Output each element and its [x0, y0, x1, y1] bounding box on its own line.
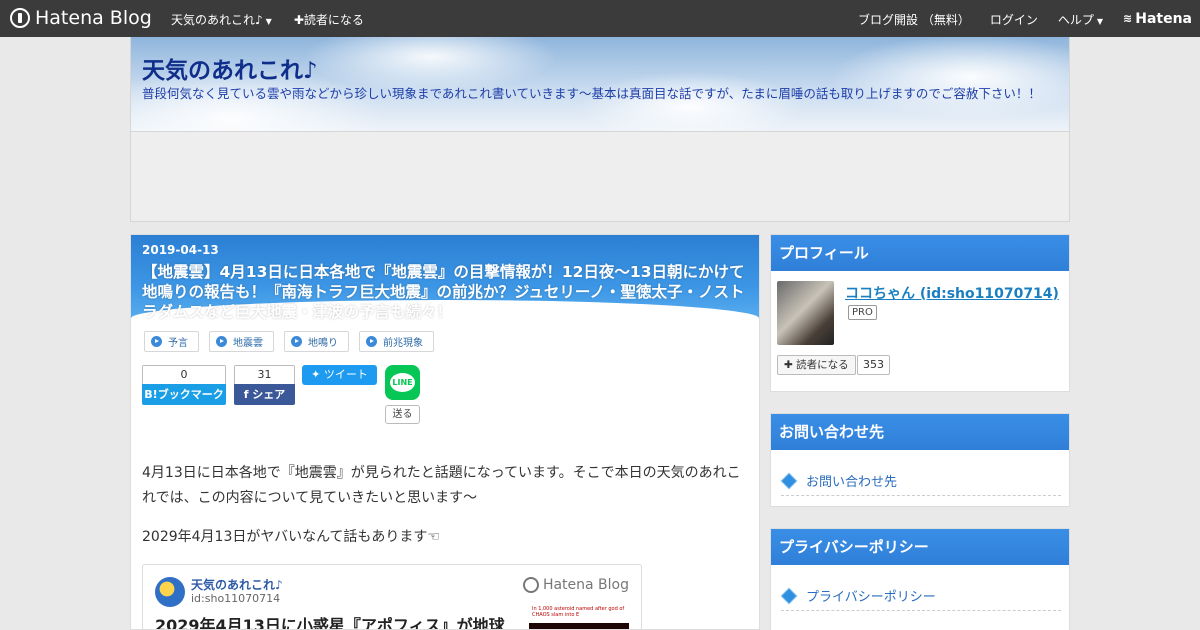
tag-list: 予言 地震雲 地鳴り 前兆現象: [144, 331, 434, 352]
facebook-count: 31: [234, 365, 295, 384]
play-icon: [366, 336, 377, 347]
contact-link-label: お問い合わせ先: [806, 475, 898, 490]
facebook-label: f シェア: [234, 384, 295, 405]
caret-down-icon: ▼: [1096, 17, 1104, 26]
twitter-bird-icon: ✦: [311, 368, 324, 381]
hatena-label: Hatena: [1135, 10, 1192, 27]
profile-name-link[interactable]: ココちゃん (id:sho11070714): [845, 283, 1059, 303]
privacy-module: プライバシーポリシー プライバシーポリシー: [770, 528, 1070, 630]
tag-item[interactable]: 地震雲: [209, 331, 274, 352]
pro-badge: PRO: [848, 305, 877, 320]
blog-title[interactable]: 天気のあれこれ♪: [142, 51, 318, 85]
diamond-bullet-icon: [781, 588, 797, 603]
open-blog-link[interactable]: ブログ開設 （無料）: [858, 11, 970, 28]
embed-service-logo: Hatena Blog: [522, 577, 629, 593]
contact-module: お問い合わせ先 お問い合わせ先: [770, 413, 1070, 507]
tag-item[interactable]: 予言: [144, 331, 199, 352]
embed-blog-name[interactable]: 天気のあれこれ♪: [191, 576, 283, 593]
embed-thumbnail: In 1,000 asteroid named after god of CHA…: [529, 603, 629, 629]
privacy-heading: プライバシーポリシー: [771, 529, 1069, 565]
hatena-blog-logo[interactable]: Hatena Blog: [10, 7, 152, 29]
play-icon: [151, 336, 162, 347]
subscribe-button[interactable]: ✚ 読者になる: [777, 355, 856, 375]
facebook-share-button[interactable]: 31 f シェア: [234, 365, 295, 405]
tag-label: 前兆現象: [383, 338, 423, 349]
hatena-bookmark-button[interactable]: 0 B!ブックマーク: [142, 365, 226, 405]
paragraph: 4月13日に日本各地で『地震雲』が見られたと話題になっています。そこで本日の天気…: [142, 465, 741, 506]
blog-card-embed[interactable]: 天気のあれこれ♪ id:sho11070714 Hatena Blog 2029…: [142, 564, 642, 629]
hatena-wave-icon: ≋: [1123, 12, 1133, 25]
tag-label: 予言: [168, 338, 188, 349]
play-icon: [291, 336, 302, 347]
subscribe-link[interactable]: ✚読者になる: [294, 11, 364, 28]
share-buttons: 0 B!ブックマーク 31 f シェア ✦ ツイート LINE 送る: [142, 365, 442, 425]
tag-item[interactable]: 地鳴り: [284, 331, 349, 352]
tweet-label: ツイート: [323, 368, 368, 381]
blog-menu-label: 天気のあれこれ♪: [171, 13, 263, 27]
tag-item[interactable]: 前兆現象: [359, 331, 434, 352]
reader-count[interactable]: 353: [857, 355, 890, 375]
hatena-link[interactable]: ≋ Hatena: [1123, 11, 1192, 27]
profile-module: プロフィール ココちゃん (id:sho11070714) PRO ✚ 読者にな…: [770, 234, 1070, 392]
caret-down-icon: ▼: [265, 17, 272, 26]
tweet-button[interactable]: ✦ ツイート: [302, 365, 377, 385]
bookmark-label: B!ブックマーク: [142, 384, 226, 405]
bookmark-count: 0: [142, 365, 226, 384]
line-send-button[interactable]: 送る: [385, 405, 420, 424]
line-icon: LINE: [390, 373, 415, 392]
play-icon: [216, 336, 227, 347]
privacy-link[interactable]: プライバシーポリシー: [781, 581, 1061, 611]
diamond-bullet-icon: [781, 473, 797, 488]
profile-avatar[interactable]: [777, 281, 834, 345]
logo-text: Hatena Blog: [35, 7, 152, 29]
contact-link[interactable]: お問い合わせ先: [781, 466, 1061, 496]
article: 2019-04-13 【地震雲】4月13日に日本各地で『地震雲』の目撃情報が！1…: [130, 234, 760, 630]
contact-heading: お問い合わせ先: [771, 414, 1069, 450]
header-right-nav: ブログ開設 （無料） ログイン ヘルプ ▼ ≋ Hatena: [858, 11, 1192, 28]
article-title[interactable]: 【地震雲】4月13日に日本各地で『地震雲』の目撃情報が！12日夜～13日朝にかけ…: [142, 262, 752, 322]
embed-title[interactable]: 2029年4月13日に小惑星『アポフィス』が地球: [155, 612, 505, 629]
article-date[interactable]: 2019-04-13: [142, 243, 219, 257]
hatena-logo-icon: [522, 577, 539, 593]
blog-menu-dropdown[interactable]: 天気のあれこれ♪ ▼: [171, 11, 272, 28]
blog-description: 普段何気なく見ている雲や雨などから珍しい現象まであれこれ書いていきます～基本は真…: [142, 86, 1041, 101]
article-header: 2019-04-13 【地震雲】4月13日に日本各地で『地震雲』の目撃情報が！1…: [131, 235, 759, 322]
profile-heading: プロフィール: [771, 235, 1069, 271]
header-left-nav: 天気のあれこれ♪ ▼ ✚読者になる: [171, 11, 364, 28]
line-button[interactable]: LINE: [385, 365, 420, 400]
tag-label: 地震雲: [233, 338, 263, 349]
hatena-logo-icon: [10, 8, 30, 28]
login-link[interactable]: ログイン: [990, 11, 1038, 28]
global-header: Hatena Blog 天気のあれこれ♪ ▼ ✚読者になる ブログ開設 （無料） …: [0, 0, 1200, 37]
paragraph: 2029年4月13日がヤバいなんて話もあります☜: [142, 529, 440, 545]
tag-label: 地鳴り: [308, 338, 338, 349]
ad-area: [130, 132, 1070, 222]
help-dropdown[interactable]: ヘルプ ▼: [1058, 11, 1103, 28]
embed-blog-id: id:sho11070714: [191, 592, 281, 605]
help-label: ヘルプ: [1057, 13, 1094, 27]
blog-header: 天気のあれこれ♪ 普段何気なく見ている雲や雨などから珍しい現象まであれこれ書いて…: [130, 37, 1070, 132]
privacy-link-label: プライバシーポリシー: [806, 590, 936, 605]
embed-service-label: Hatena Blog: [542, 577, 629, 593]
blog-avatar-icon: [155, 577, 185, 607]
article-body: 4月13日に日本各地で『地震雲』が見られたと話題になっています。そこで本日の天気…: [142, 461, 742, 564]
